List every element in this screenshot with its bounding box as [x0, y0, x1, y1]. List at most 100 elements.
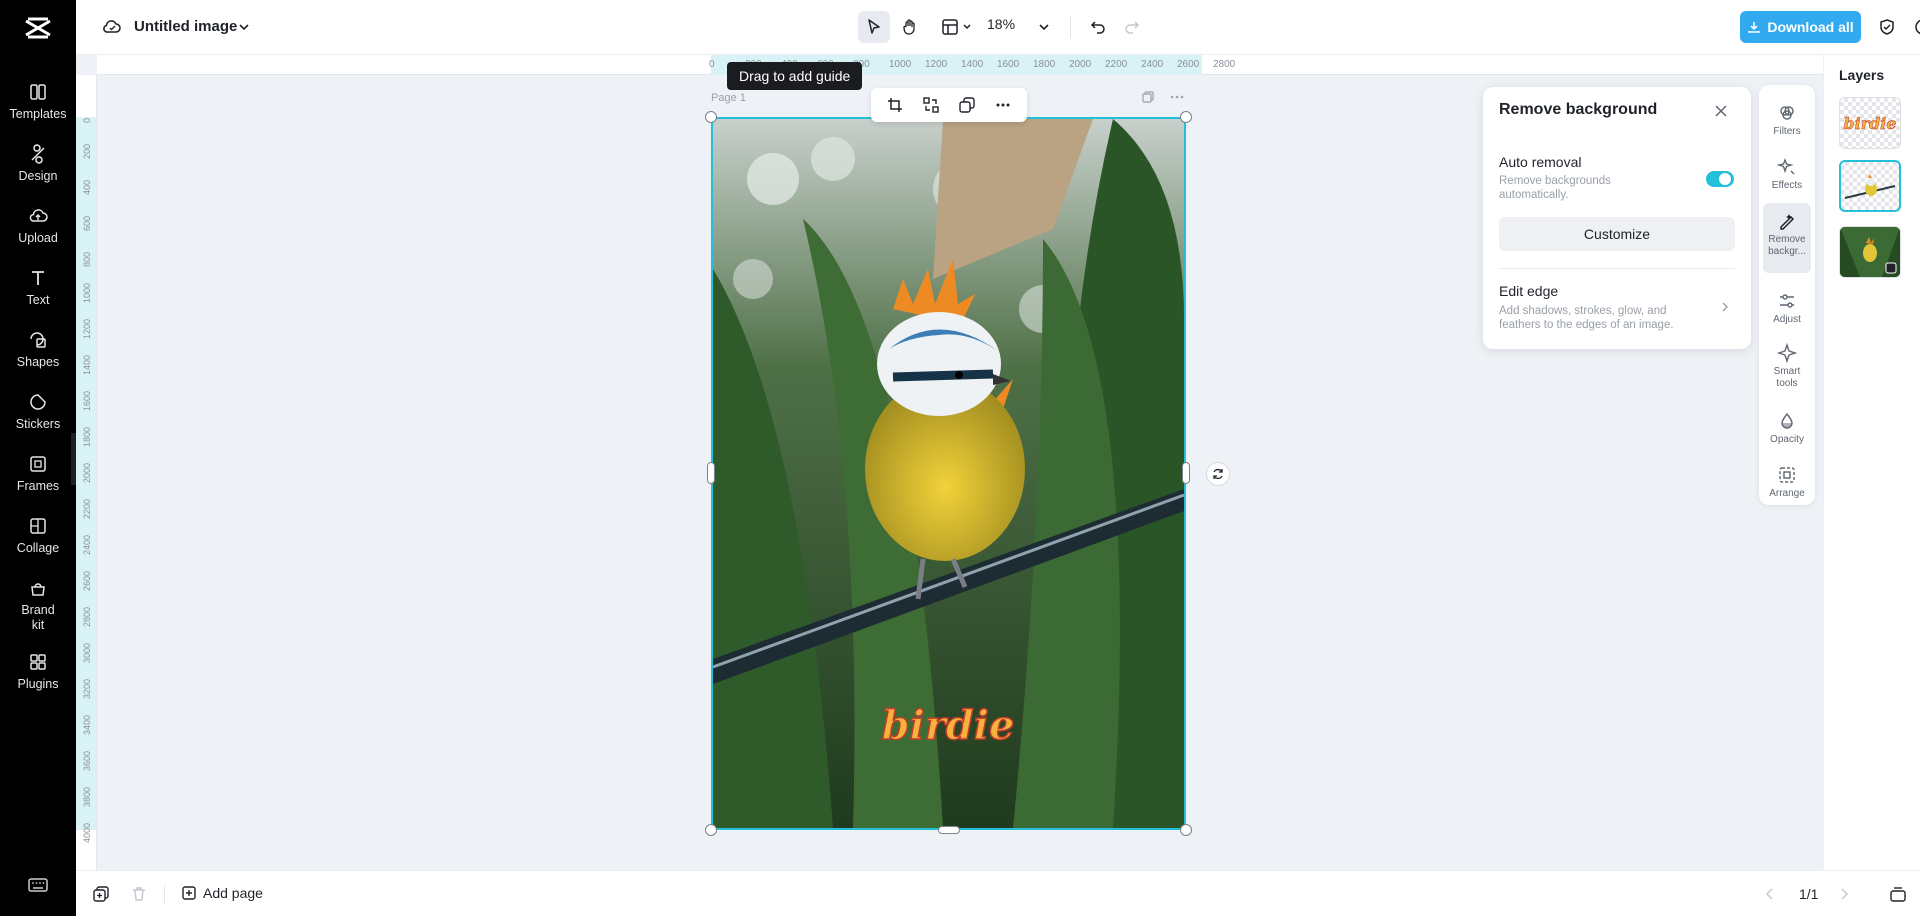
next-page-icon[interactable]	[1836, 886, 1852, 902]
keyboard-icon[interactable]	[27, 874, 49, 896]
sidebar-item-upload[interactable]: Upload	[0, 206, 76, 262]
ruler-tick-label: 2600	[1177, 59, 1200, 70]
resize-handle-bottom-right[interactable]	[1180, 824, 1192, 836]
stickers-icon	[28, 392, 48, 412]
layer-item[interactable]: birdie	[1839, 97, 1901, 149]
download-all-button[interactable]: Download all	[1740, 11, 1861, 43]
sidebar-item-collage[interactable]: Collage	[0, 516, 76, 572]
capcut-logo-icon[interactable]	[22, 14, 54, 42]
tool-adjust[interactable]: Adjust	[1763, 283, 1811, 327]
resize-handle-bottom-left[interactable]	[705, 824, 717, 836]
zoom-level[interactable]: 18%	[987, 16, 1015, 32]
ruler-tick-label: 3400	[82, 714, 92, 735]
duplicate-page-icon[interactable]	[1141, 90, 1155, 104]
sidebar-item-label: Brand kit	[21, 603, 55, 632]
sidebar-item-label: Upload	[18, 231, 58, 245]
customize-button[interactable]: Customize	[1499, 217, 1735, 251]
layout-menu-icon[interactable]	[936, 11, 980, 43]
auto-removal-toggle[interactable]	[1706, 171, 1734, 187]
tool-label: Remove backgr...	[1768, 234, 1806, 257]
element-toolbar	[871, 88, 1027, 122]
ruler-tick-label: 2600	[82, 570, 92, 591]
sidebar-item-shapes[interactable]: Shapes	[0, 330, 76, 386]
layer-bird-thumbnail	[1844, 174, 1896, 199]
ruler-tick-label: 2000	[1069, 59, 1092, 70]
tool-smart-tools[interactable]: Smart tools	[1763, 335, 1811, 395]
arrange-icon	[1777, 465, 1797, 485]
grid-view-icon[interactable]	[1888, 884, 1908, 904]
resize-handle-bottom[interactable]	[938, 826, 960, 834]
tool-filters[interactable]: Filters	[1763, 95, 1811, 143]
document-title[interactable]: Untitled image	[134, 18, 237, 35]
canvas-image[interactable]: birdie	[711, 117, 1186, 830]
ruler-tick-label: 0	[709, 59, 715, 70]
shield-check-icon[interactable]	[1871, 11, 1903, 43]
sidebar-item-plugins[interactable]: Plugins	[0, 652, 76, 708]
bird-photo: birdie	[713, 119, 1184, 828]
ruler-tick-label: 1000	[82, 282, 92, 303]
adjust-icon	[1777, 291, 1797, 311]
edit-edge-description: Add shadows, strokes, glow, and feathers…	[1499, 305, 1674, 331]
cloud-icon[interactable]	[96, 11, 128, 43]
crop-icon[interactable]	[886, 96, 904, 114]
tool-effects[interactable]: Effects	[1763, 149, 1811, 197]
layer-item[interactable]	[1839, 226, 1901, 278]
tool-arrange[interactable]: Arrange	[1763, 457, 1811, 503]
auto-removal-description: Remove backgrounds automatically.	[1499, 175, 1611, 201]
zoom-dropdown-icon[interactable]	[1032, 11, 1056, 43]
edit-edge-title[interactable]: Edit edge	[1499, 283, 1558, 299]
tool-remove-background[interactable]: Remove backgr...	[1763, 203, 1811, 273]
resize-handle-top-right[interactable]	[1180, 111, 1192, 123]
select-tool-icon[interactable]	[858, 11, 890, 43]
prev-page-icon[interactable]	[1762, 886, 1778, 902]
sidebar-item-templates[interactable]: Templates	[0, 82, 76, 138]
toggle-knob	[1719, 173, 1731, 185]
add-page-button[interactable]: Add page	[181, 885, 263, 901]
ruler-tick-label: 600	[82, 215, 92, 231]
replace-image-icon[interactable]	[922, 96, 940, 114]
resize-handle-right[interactable]	[1182, 462, 1190, 484]
sidebar-item-label: Shapes	[16, 355, 60, 369]
resize-handle-left[interactable]	[707, 462, 715, 484]
rotate-icon[interactable]	[1206, 462, 1230, 486]
tool-opacity[interactable]: Opacity	[1763, 403, 1811, 449]
ruler-tick-label: 1200	[925, 59, 948, 70]
toolbar-divider	[1070, 16, 1071, 38]
redo-icon[interactable]	[1116, 11, 1148, 43]
horizontal-ruler[interactable]: 0200400600800100012001400160018002000220…	[97, 55, 1823, 75]
sidebar-item-design[interactable]: Design	[0, 144, 76, 200]
close-icon[interactable]	[1711, 101, 1731, 121]
birdie-text: birdie	[882, 702, 1015, 749]
tool-label: Adjust	[1773, 314, 1801, 325]
tool-label: Opacity	[1770, 434, 1804, 445]
ruler-tick-label: 1000	[889, 59, 912, 70]
ruler-tick-label: 1800	[82, 426, 92, 447]
sidebar-item-label: Design	[18, 169, 58, 183]
layer-item[interactable]	[1839, 160, 1901, 212]
tool-label: Filters	[1773, 126, 1801, 137]
chevron-down-icon[interactable]	[232, 11, 256, 43]
remove-background-icon	[1777, 211, 1797, 231]
page-label[interactable]: Page 1	[711, 92, 746, 104]
ruler-tick-label: 0	[82, 117, 92, 123]
page-more-icon[interactable]	[1168, 90, 1186, 104]
tool-label: Smart tools	[1773, 366, 1801, 389]
tool-label: Arrange	[1769, 488, 1805, 499]
sidebar-item-brand-kit[interactable]: Brand kit	[0, 578, 76, 634]
more-options-icon[interactable]	[994, 96, 1012, 114]
ruler-tick-label: 1600	[997, 59, 1020, 70]
duplicate-icon[interactable]	[958, 96, 976, 114]
sidebar-item-text[interactable]: Text	[0, 268, 76, 324]
chevron-right-icon[interactable]	[1719, 301, 1731, 313]
vertical-ruler[interactable]: 0 200 400 600 800 1000 1200 1400 1600 1800 2000 220…	[76, 75, 97, 870]
copy-page-icon[interactable]	[92, 885, 110, 903]
help-icon[interactable]	[1907, 11, 1920, 43]
resize-handle-top-left[interactable]	[705, 111, 717, 123]
undo-icon[interactable]	[1082, 11, 1114, 43]
sidebar-item-label: Collage	[16, 541, 60, 555]
delete-page-icon[interactable]	[130, 885, 148, 903]
sidebar-item-stickers[interactable]: Stickers	[0, 392, 76, 448]
hand-tool-icon[interactable]	[894, 11, 926, 43]
sidebar-item-frames[interactable]: Frames	[0, 454, 76, 510]
sidebar-item-label: Frames	[16, 479, 60, 493]
